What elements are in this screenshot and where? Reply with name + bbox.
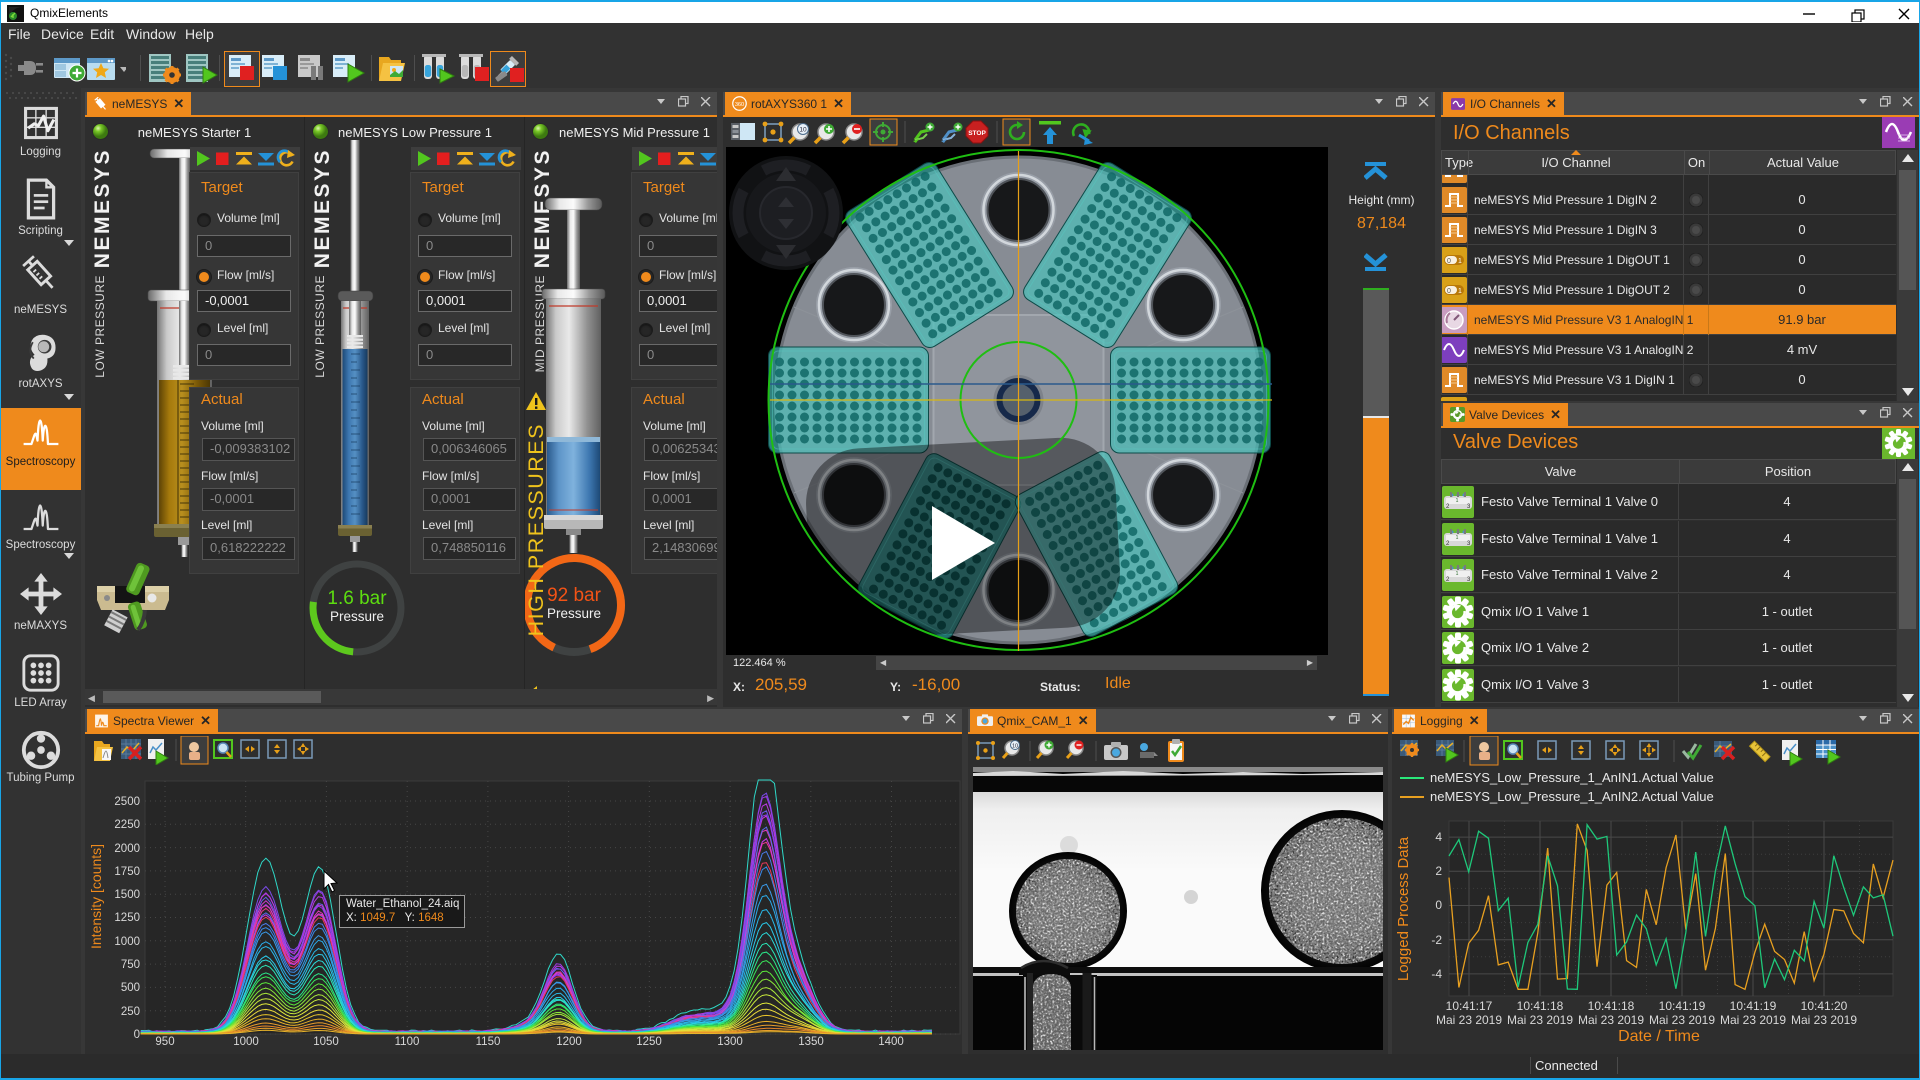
svg-text:1150: 1150 — [476, 1036, 501, 1048]
svg-text:1300: 1300 — [717, 1036, 743, 1048]
svg-text:0: 0 — [1447, 258, 1451, 265]
svg-text:10:41:20: 10:41:20 — [1801, 999, 1848, 1013]
svg-text:1000: 1000 — [233, 1036, 259, 1048]
svg-text:1750: 1750 — [114, 866, 140, 878]
svg-text:1200: 1200 — [556, 1036, 582, 1048]
svg-text:10:41:19: 10:41:19 — [1730, 999, 1777, 1013]
svg-text:2250: 2250 — [114, 819, 140, 831]
svg-text:Mai 23 2019: Mai 23 2019 — [1507, 1013, 1573, 1027]
svg-text:1350: 1350 — [798, 1036, 824, 1048]
svg-text:-4: -4 — [1431, 967, 1442, 981]
svg-text:Mai 23 2019: Mai 23 2019 — [1720, 1013, 1786, 1027]
svg-text:0: 0 — [1435, 898, 1442, 912]
svg-text:Date / Time: Date / Time — [1618, 1028, 1700, 1045]
svg-text:NEMESYS: NEMESYS — [91, 148, 114, 268]
svg-text:1: 1 — [1456, 498, 1459, 504]
svg-text:-2: -2 — [1431, 933, 1442, 947]
svg-text:Mai 23 2019: Mai 23 2019 — [1436, 1013, 1502, 1027]
svg-text:Intensity [counts]: Intensity [counts] — [88, 844, 104, 949]
svg-text:1.6 bar: 1.6 bar — [327, 588, 387, 609]
svg-text:1050: 1050 — [313, 1036, 339, 1048]
svg-text:950: 950 — [155, 1036, 174, 1048]
svg-text:4: 4 — [1435, 830, 1442, 844]
svg-text:0: 0 — [1447, 288, 1451, 295]
svg-text:500: 500 — [121, 982, 140, 994]
svg-text:1100: 1100 — [395, 1036, 420, 1048]
svg-text:2: 2 — [1435, 864, 1442, 878]
svg-text:HIGH PRESSURES: HIGH PRESSURES — [525, 423, 548, 636]
svg-text:10:41:19: 10:41:19 — [1659, 999, 1706, 1013]
svg-text:750: 750 — [121, 959, 140, 971]
svg-text:1: 1 — [1456, 571, 1459, 577]
svg-text:2000: 2000 — [114, 843, 140, 855]
svg-text:10: 10 — [1012, 744, 1018, 750]
svg-text:92 bar: 92 bar — [547, 585, 602, 606]
svg-text:Pressure: Pressure — [547, 606, 601, 621]
svg-text:10:41:18: 10:41:18 — [1588, 999, 1635, 1013]
svg-text:10:41:17: 10:41:17 — [1446, 999, 1493, 1013]
svg-text:360: 360 — [735, 102, 744, 108]
svg-text:Pressure: Pressure — [330, 609, 384, 624]
svg-text:2500: 2500 — [114, 796, 140, 808]
svg-text:1250: 1250 — [114, 912, 140, 924]
svg-text:Logged Process Data: Logged Process Data — [1395, 836, 1412, 981]
svg-text:STOP: STOP — [968, 130, 986, 137]
svg-text:1400: 1400 — [878, 1036, 904, 1048]
svg-text:LOW PRESSURE: LOW PRESSURE — [313, 275, 327, 378]
svg-text:1000: 1000 — [114, 936, 140, 948]
svg-text:1500: 1500 — [114, 889, 140, 901]
svg-text:0: 0 — [134, 1029, 140, 1041]
svg-text:Mai 23 2019: Mai 23 2019 — [1649, 1013, 1715, 1027]
svg-text:Mai 23 2019: Mai 23 2019 — [1578, 1013, 1644, 1027]
svg-text:1250: 1250 — [636, 1036, 662, 1048]
svg-text:1: 1 — [1458, 288, 1462, 295]
svg-text:10:41:18: 10:41:18 — [1517, 999, 1564, 1013]
svg-text:LOW PRESSURE: LOW PRESSURE — [93, 275, 107, 378]
svg-text:Mai 23 2019: Mai 23 2019 — [1791, 1013, 1857, 1027]
svg-text:250: 250 — [121, 1006, 140, 1018]
svg-text:10: 10 — [799, 127, 807, 134]
svg-text:1: 1 — [1458, 258, 1462, 265]
svg-text:1: 1 — [1456, 535, 1459, 541]
